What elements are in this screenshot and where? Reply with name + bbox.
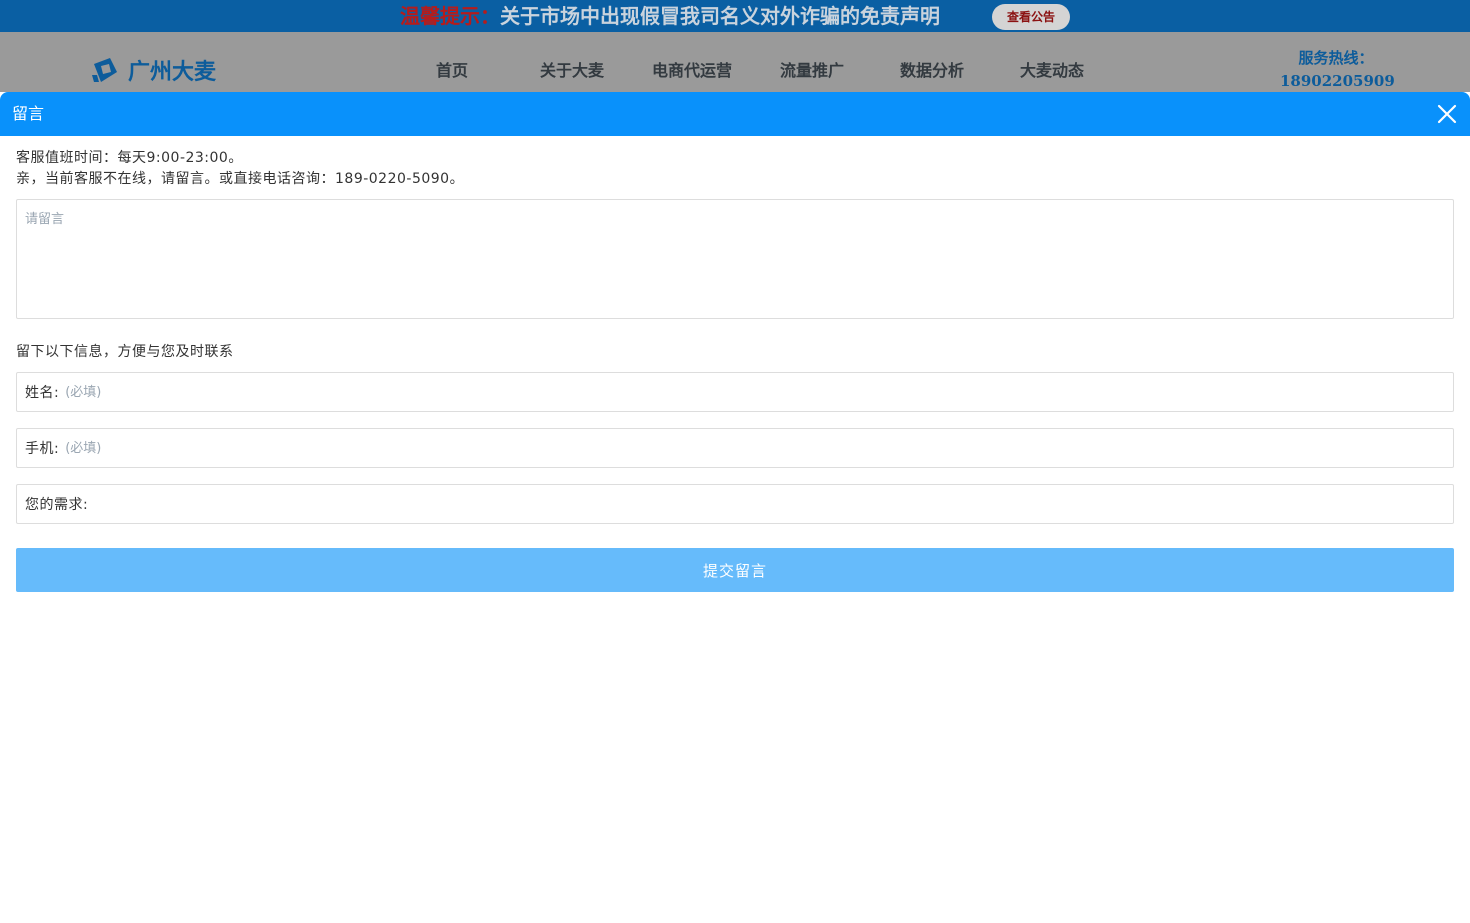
modal-header: 留言 — [0, 92, 1470, 136]
name-field[interactable]: 姓名: — [16, 372, 1454, 412]
name-field-label: 姓名: — [25, 385, 60, 401]
hotline: 服务热线： 18902205909 — [1280, 46, 1395, 92]
name-input[interactable] — [59, 374, 1453, 410]
nav-item-news[interactable]: 大麦动态 — [1020, 60, 1084, 82]
close-icon[interactable] — [1436, 103, 1458, 125]
nav-item-traffic-promotion[interactable]: 流量推广 — [780, 60, 844, 82]
nav-item-about[interactable]: 关于大麦 — [540, 60, 604, 82]
notice-message: 关于市场中出现假冒我司名义对外诈骗的免责声明 — [500, 4, 940, 28]
submit-message-button[interactable]: 提交留言 — [16, 548, 1454, 592]
message-textarea[interactable] — [16, 199, 1454, 319]
contact-prompt: 留下以下信息，方便与您及时联系 — [16, 344, 234, 360]
requirement-input[interactable] — [88, 486, 1453, 522]
phone-field-label: 手机: — [25, 441, 60, 457]
logo[interactable]: 广州大麦 — [90, 54, 216, 86]
service-hours-text: 客服值班时间：每天9:00-23:00。 — [16, 150, 243, 166]
logo-icon — [92, 58, 117, 82]
message-modal: 留言 客服值班时间：每天9:00-23:00。 亲，当前客服不在线，请留言。或直… — [0, 92, 1470, 923]
hotline-label: 服务热线： — [1298, 49, 1374, 67]
offline-notice-text: 亲，当前客服不在线，请留言。或直接电话咨询：189-0220-5090。 — [16, 171, 465, 187]
nav-item-data-analysis[interactable]: 数据分析 — [900, 60, 964, 82]
phone-field[interactable]: 手机: — [16, 428, 1454, 468]
phone-input[interactable] — [59, 430, 1453, 466]
nav-item-ecommerce-operation[interactable]: 电商代运营 — [652, 60, 732, 82]
view-announcement-button[interactable]: 查看公告 — [992, 4, 1070, 30]
notice-text[interactable]: 温馨提示：关于市场中出现假冒我司名义对外诈骗的免责声明 — [400, 2, 940, 30]
site-header: 广州大麦 首页 关于大麦 电商代运营 流量推广 数据分析 大麦动态 服务热线： … — [0, 32, 1470, 92]
notice-bar: 温馨提示：关于市场中出现假冒我司名义对外诈骗的免责声明 查看公告 — [0, 0, 1470, 32]
hotline-number: 18902205909 — [1280, 72, 1395, 90]
logo-text: 广州大麦 — [128, 60, 217, 85]
requirement-field[interactable]: 您的需求: — [16, 484, 1454, 524]
requirement-field-label: 您的需求: — [25, 497, 89, 513]
nav-item-home[interactable]: 首页 — [436, 60, 468, 82]
notice-prefix: 温馨提示： — [400, 4, 500, 28]
modal-title: 留言 — [12, 104, 45, 123]
